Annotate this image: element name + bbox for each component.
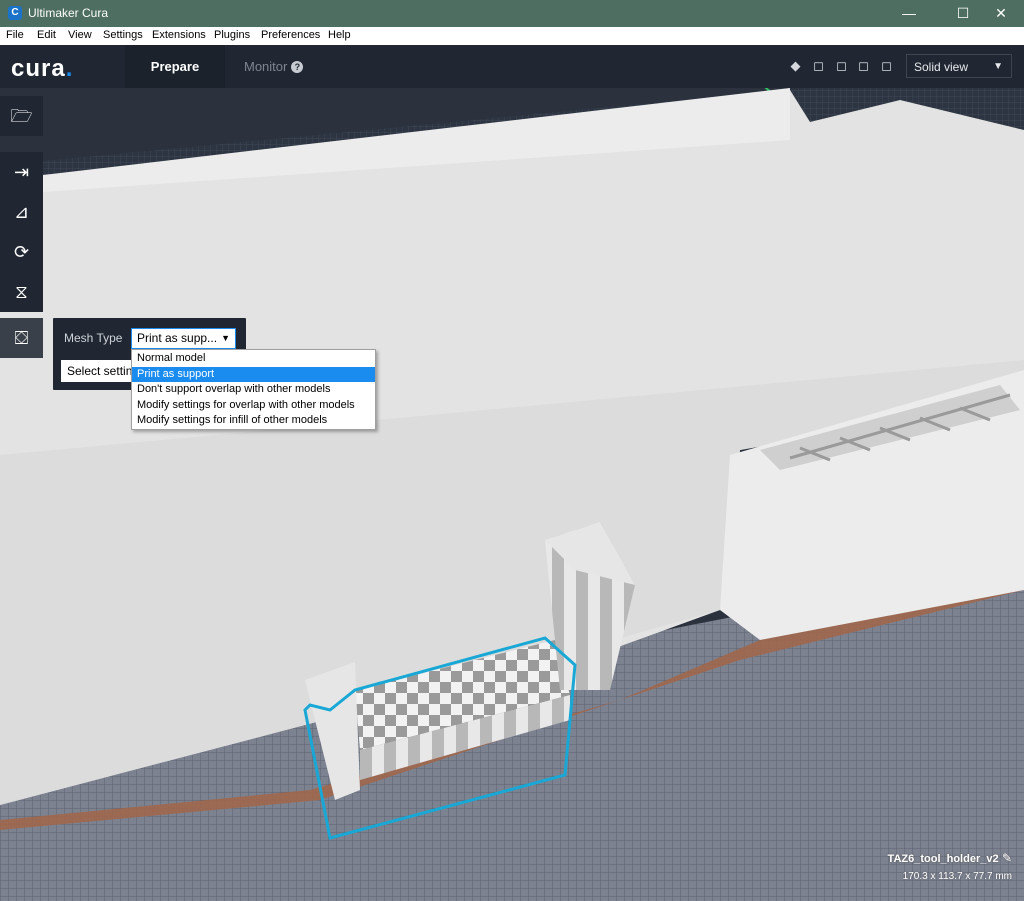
scale-tool-button[interactable]: ⊿: [0, 192, 43, 232]
menu-extensions[interactable]: Extensions: [152, 29, 206, 41]
close-button[interactable]: ✕: [978, 0, 1024, 27]
move-tool-icon: ⇥: [13, 162, 30, 182]
menu-settings[interactable]: Settings: [103, 29, 143, 41]
mirror-tool-icon: ⧖: [15, 282, 28, 302]
menu-edit[interactable]: Edit: [37, 29, 56, 41]
menu-view[interactable]: View: [68, 29, 92, 41]
top-view-icon[interactable]: ◻: [835, 59, 848, 72]
mesh-type-label: Mesh Type: [64, 331, 123, 345]
help-icon: ?: [291, 61, 304, 73]
move-tool-button[interactable]: ⇥: [0, 152, 43, 192]
left-view-icon[interactable]: ◻: [857, 59, 870, 72]
rotate-tool-button[interactable]: ⟳: [0, 232, 43, 272]
cura-logo: cura.: [11, 55, 73, 83]
option-normal-model[interactable]: Normal model: [132, 351, 375, 367]
menu-plugins[interactable]: Plugins: [214, 29, 250, 41]
object-dimensions: 170.3 x 113.7 x 77.7 mm: [902, 871, 1012, 882]
app-header: cura. Prepare Monitor? ◆ ◻ ◻ ◻ ◻ Solid v…: [0, 45, 1024, 88]
view-mode-select[interactable]: Solid view ▼: [906, 54, 1012, 78]
option-print-as-support[interactable]: Print as support: [132, 366, 375, 383]
3d-viewport[interactable]: [0, 88, 1024, 901]
mesh-type-dropdown: Normal model Print as support Don't supp…: [131, 349, 376, 430]
tab-prepare[interactable]: Prepare: [125, 45, 225, 88]
chevron-down-icon: ▼: [993, 61, 1003, 72]
option-modify-settings-infill[interactable]: Modify settings for infill of other mode…: [132, 413, 375, 429]
view-mode-value: Solid view: [914, 60, 969, 74]
3d-view-icon[interactable]: ◆: [789, 59, 802, 72]
edit-name-icon[interactable]: ✎: [1002, 851, 1012, 865]
select-settings-button[interactable]: Select settings: [61, 360, 136, 382]
window-title: Ultimaker Cura: [28, 6, 109, 20]
rotate-tool-icon: ⟳: [13, 242, 30, 262]
logo-dot: .: [65, 55, 74, 82]
object-info: TAZ6_tool_holder_v2 ✎ 170.3 x 113.7 x 77…: [888, 851, 1012, 882]
open-file-button[interactable]: 🗁: [0, 96, 43, 136]
scene-render: [0, 88, 1024, 901]
tool-sidebar: 🗁 ⇥ ⊿ ⟳ ⧖ ⛋: [0, 96, 43, 358]
menu-help[interactable]: Help: [328, 29, 351, 41]
mirror-tool-button[interactable]: ⧖: [0, 272, 43, 312]
object-name: TAZ6_tool_holder_v2: [887, 853, 999, 865]
tab-monitor[interactable]: Monitor?: [244, 45, 304, 88]
tab-monitor-label: Monitor: [244, 59, 288, 74]
mesh-type-value: Print as supp...: [137, 331, 218, 345]
menu-bar: File Edit View Settings Extensions Plugi…: [0, 27, 1024, 46]
right-view-icon[interactable]: ◻: [880, 59, 893, 72]
menu-preferences[interactable]: Preferences: [261, 29, 320, 41]
front-view-icon[interactable]: ◻: [812, 59, 825, 72]
option-dont-support-overlap[interactable]: Don't support overlap with other models: [132, 382, 375, 398]
menu-file[interactable]: File: [6, 29, 24, 41]
cura-app-icon: C: [8, 6, 22, 20]
minimize-button[interactable]: —: [886, 0, 932, 27]
mesh-type-select[interactable]: Print as supp... ▼: [131, 328, 236, 349]
chevron-down-icon: ▼: [221, 333, 230, 343]
option-modify-settings-overlap[interactable]: Modify settings for overlap with other m…: [132, 398, 375, 414]
per-model-settings-icon: ⛋: [14, 328, 29, 348]
folder-open-icon: 🗁: [10, 106, 33, 126]
logo-text: cura: [11, 55, 66, 82]
per-model-settings-button[interactable]: ⛋: [0, 318, 43, 358]
scale-tool-icon: ⊿: [13, 202, 30, 222]
window-titlebar: C Ultimaker Cura — ☐ ✕: [0, 0, 1024, 27]
